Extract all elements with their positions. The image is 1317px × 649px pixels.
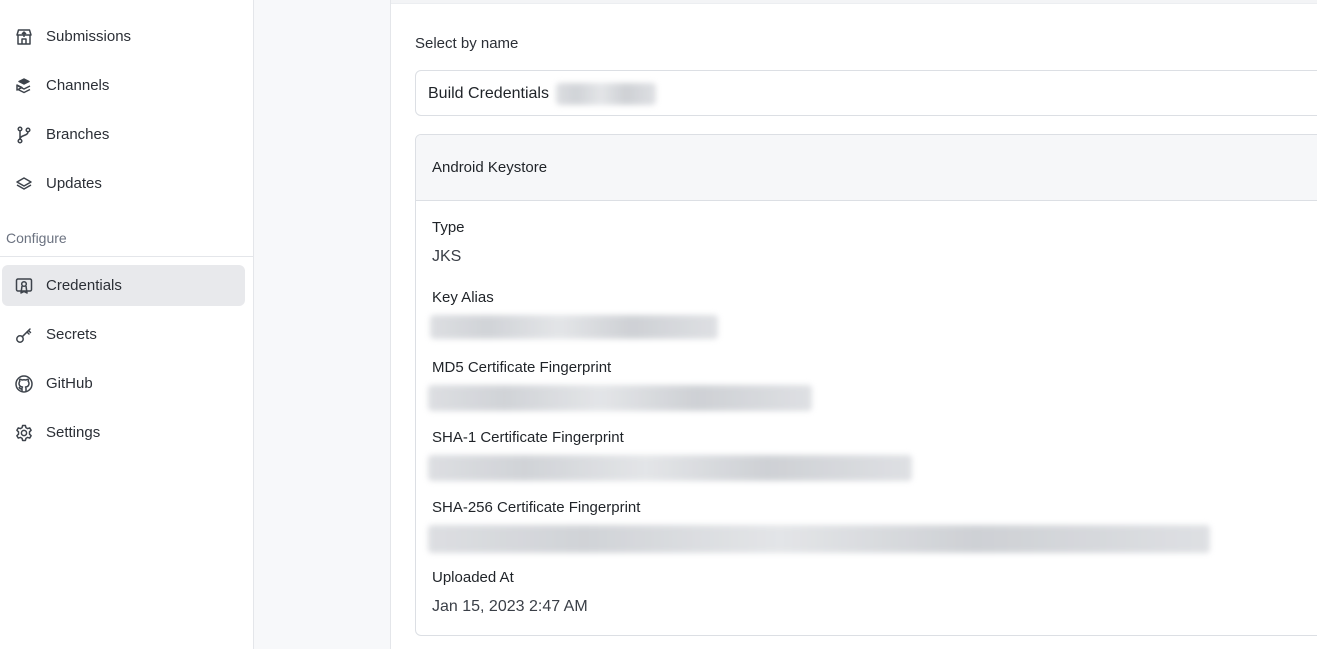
updates-icon	[13, 173, 35, 195]
sidebar-item-credentials[interactable]: Credentials	[2, 265, 245, 306]
top-divider	[391, 0, 1317, 4]
sidebar-item-updates[interactable]: Updates	[2, 163, 245, 204]
credentials-icon	[13, 275, 35, 297]
sidebar-item-label: GitHub	[46, 375, 93, 392]
key-icon	[13, 324, 35, 346]
sidebar-item-label: Submissions	[46, 28, 132, 45]
sidebar-item-label: Branches	[46, 126, 110, 143]
github-icon	[13, 373, 35, 395]
field-value-uploaded-at: Jan 15, 2023 2:47 AM	[432, 598, 588, 615]
channels-icon	[13, 75, 35, 97]
gear-icon	[13, 422, 35, 444]
sidebar-item-branches[interactable]: Branches	[2, 114, 245, 155]
redacted-key-alias	[430, 315, 718, 339]
field-label-key-alias: Key Alias	[432, 289, 494, 306]
redacted-md5	[428, 385, 812, 411]
card-title: Android Keystore	[432, 159, 548, 176]
sidebar-item-settings[interactable]: Settings	[2, 412, 245, 453]
sidebar-item-label: Secrets	[46, 326, 97, 343]
sidebar-item-label: Updates	[46, 175, 102, 192]
field-label-sha1: SHA-1 Certificate Fingerprint	[432, 429, 624, 446]
field-value-type: JKS	[432, 248, 462, 265]
sidebar-item-submissions[interactable]: Submissions	[2, 16, 245, 57]
field-label-md5: MD5 Certificate Fingerprint	[432, 359, 612, 376]
field-label-type: Type	[432, 219, 465, 236]
sidebar-item-github[interactable]: GitHub	[2, 363, 245, 404]
section-label-configure: Configure	[6, 230, 67, 246]
sidebar-item-channels[interactable]: Channels	[2, 65, 245, 106]
sidebar-item-label: Credentials	[46, 277, 122, 294]
field-label-uploaded-at: Uploaded At	[432, 569, 514, 586]
redacted-value	[556, 83, 656, 105]
redacted-sha256	[428, 525, 1210, 553]
redacted-sha1	[428, 455, 912, 481]
branches-icon	[13, 124, 35, 146]
sidebar-item-label: Channels	[46, 77, 110, 94]
sidebar: Submissions Channels Branches Updates Co…	[0, 0, 254, 649]
main-content: Select by name Build Credentials Android…	[391, 0, 1317, 649]
select-value: Build Credentials	[428, 85, 549, 102]
select-label: Select by name	[415, 35, 519, 52]
submissions-icon	[13, 26, 35, 48]
content-gutter	[254, 0, 391, 649]
credentials-select[interactable]: Build Credentials	[415, 70, 1317, 116]
card-header: Android Keystore	[416, 135, 1317, 201]
sidebar-item-label: Settings	[46, 424, 101, 441]
keystore-card: Android Keystore Type JKS Key Alias MD5 …	[415, 134, 1317, 636]
section-divider	[0, 256, 253, 257]
field-label-sha256: SHA-256 Certificate Fingerprint	[432, 499, 641, 516]
sidebar-item-secrets[interactable]: Secrets	[2, 314, 245, 355]
